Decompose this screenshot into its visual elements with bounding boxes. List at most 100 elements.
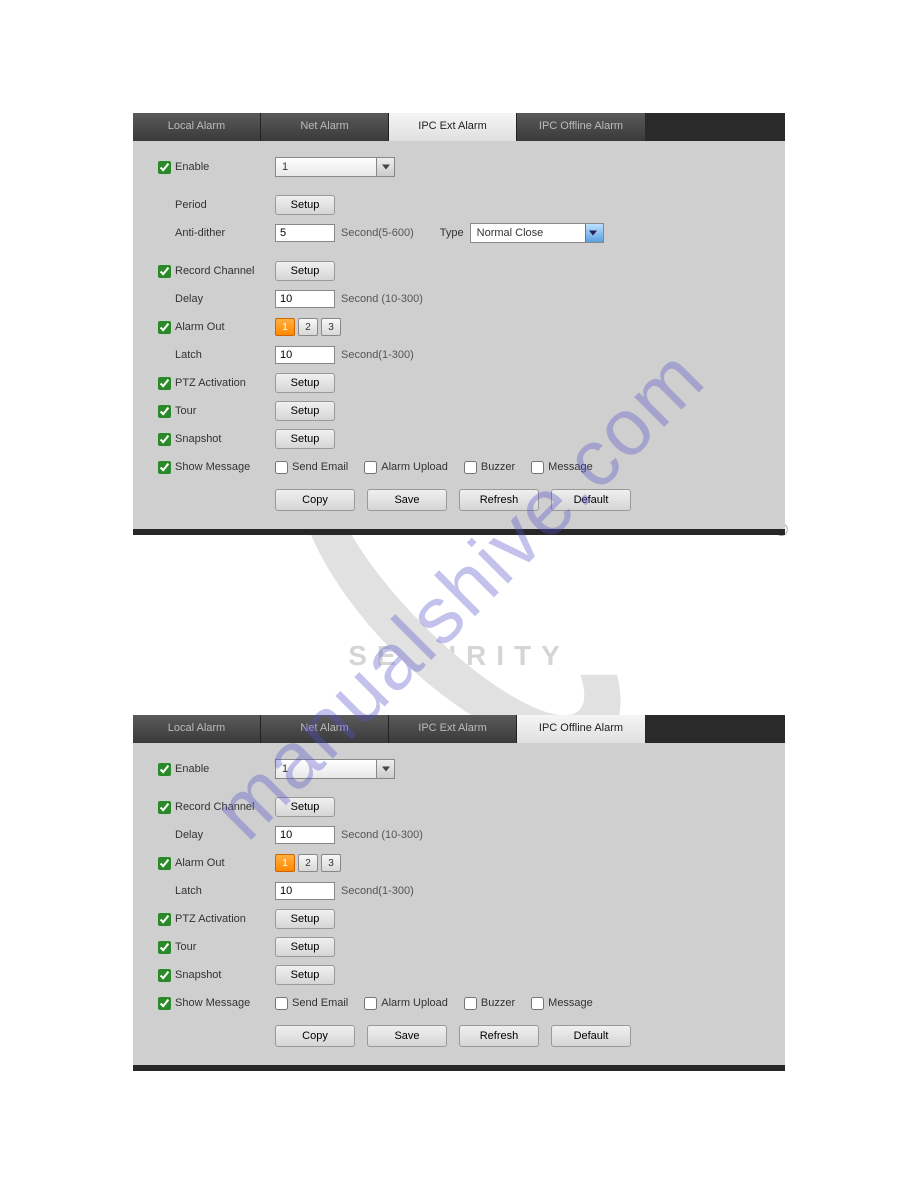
record-channel-checkbox[interactable] xyxy=(158,265,171,278)
refresh-button[interactable]: Refresh xyxy=(459,1025,539,1047)
ptz-setup-button[interactable]: Setup xyxy=(275,909,335,929)
alarm-out-group: 1 2 3 xyxy=(275,318,341,336)
message-label: Message xyxy=(548,461,593,473)
tour-label: Tour xyxy=(175,941,196,953)
latch-input[interactable] xyxy=(275,346,335,364)
tab-local-alarm[interactable]: Local Alarm xyxy=(133,715,261,743)
enable-channel-select[interactable]: 1 xyxy=(275,759,395,779)
type-select[interactable]: Normal Close xyxy=(470,223,604,243)
panel-ipc-offline-alarm: Local Alarm Net Alarm IPC Ext Alarm IPC … xyxy=(133,715,785,1071)
snapshot-checkbox[interactable] xyxy=(158,433,171,446)
enable-checkbox[interactable] xyxy=(158,161,171,174)
record-channel-label: Record Channel xyxy=(175,265,255,277)
background-logo: SECURITY xyxy=(249,560,669,672)
alarm-out-1[interactable]: 1 xyxy=(275,318,295,336)
alarm-out-group: 1 2 3 xyxy=(275,854,341,872)
save-button[interactable]: Save xyxy=(367,489,447,511)
alarm-out-2[interactable]: 2 xyxy=(298,854,318,872)
tab-net-alarm[interactable]: Net Alarm xyxy=(261,113,389,141)
buzzer-label: Buzzer xyxy=(481,461,515,473)
tab-bar: Local Alarm Net Alarm IPC Ext Alarm IPC … xyxy=(133,113,785,141)
tab-net-alarm[interactable]: Net Alarm xyxy=(261,715,389,743)
alarm-out-3[interactable]: 3 xyxy=(321,318,341,336)
record-channel-checkbox[interactable] xyxy=(158,801,171,814)
ptz-checkbox[interactable] xyxy=(158,377,171,390)
delay-input[interactable] xyxy=(275,826,335,844)
alarm-upload-checkbox[interactable] xyxy=(364,997,377,1010)
buzzer-label: Buzzer xyxy=(481,997,515,1009)
default-button[interactable]: Default xyxy=(551,489,631,511)
buzzer-checkbox[interactable] xyxy=(464,997,477,1010)
ptz-checkbox[interactable] xyxy=(158,913,171,926)
copy-button[interactable]: Copy xyxy=(275,1025,355,1047)
record-channel-setup-button[interactable]: Setup xyxy=(275,797,335,817)
ptz-label: PTZ Activation xyxy=(175,913,246,925)
tour-label: Tour xyxy=(175,405,196,417)
delay-input[interactable] xyxy=(275,290,335,308)
default-button[interactable]: Default xyxy=(551,1025,631,1047)
show-message-checkbox[interactable] xyxy=(158,461,171,474)
send-email-checkbox[interactable] xyxy=(275,461,288,474)
tour-setup-button[interactable]: Setup xyxy=(275,401,335,421)
tab-local-alarm[interactable]: Local Alarm xyxy=(133,113,261,141)
latch-label: Latch xyxy=(175,885,202,897)
snapshot-label: Snapshot xyxy=(175,969,221,981)
copy-button[interactable]: Copy xyxy=(275,489,355,511)
anti-dither-hint: Second(5-600) xyxy=(341,227,414,239)
save-button[interactable]: Save xyxy=(367,1025,447,1047)
buzzer-checkbox[interactable] xyxy=(464,461,477,474)
alarm-upload-label: Alarm Upload xyxy=(381,997,448,1009)
alarm-out-label: Alarm Out xyxy=(175,857,225,869)
record-channel-label: Record Channel xyxy=(175,801,255,813)
alarm-out-1[interactable]: 1 xyxy=(275,854,295,872)
message-checkbox[interactable] xyxy=(531,997,544,1010)
form-area: Enable 1 Period Setup Anti-dither Second… xyxy=(133,141,785,529)
snapshot-setup-button[interactable]: Setup xyxy=(275,429,335,449)
alarm-out-2[interactable]: 2 xyxy=(298,318,318,336)
tab-ipc-ext-alarm[interactable]: IPC Ext Alarm xyxy=(389,715,517,743)
alarm-out-label: Alarm Out xyxy=(175,321,225,333)
snapshot-checkbox[interactable] xyxy=(158,969,171,982)
latch-hint: Second(1-300) xyxy=(341,349,414,361)
tour-checkbox[interactable] xyxy=(158,941,171,954)
delay-label: Delay xyxy=(175,829,203,841)
enable-channel-select[interactable]: 1 xyxy=(275,157,395,177)
message-checkbox[interactable] xyxy=(531,461,544,474)
latch-label: Latch xyxy=(175,349,202,361)
tab-ipc-offline-alarm[interactable]: IPC Offline Alarm xyxy=(517,715,645,743)
tab-bar: Local Alarm Net Alarm IPC Ext Alarm IPC … xyxy=(133,715,785,743)
form-area: Enable 1 Record Channel Setup Delay Seco… xyxy=(133,743,785,1065)
message-label: Message xyxy=(548,997,593,1009)
type-label: Type xyxy=(440,227,464,239)
enable-label: Enable xyxy=(175,161,209,173)
delay-label: Delay xyxy=(175,293,203,305)
tab-ipc-offline-alarm[interactable]: IPC Offline Alarm xyxy=(517,113,645,141)
tour-setup-button[interactable]: Setup xyxy=(275,937,335,957)
refresh-button[interactable]: Refresh xyxy=(459,489,539,511)
latch-hint: Second(1-300) xyxy=(341,885,414,897)
period-label: Period xyxy=(175,199,207,211)
period-setup-button[interactable]: Setup xyxy=(275,195,335,215)
ptz-setup-button[interactable]: Setup xyxy=(275,373,335,393)
snapshot-setup-button[interactable]: Setup xyxy=(275,965,335,985)
show-message-label: Show Message xyxy=(175,997,250,1009)
send-email-label: Send Email xyxy=(292,997,348,1009)
show-message-checkbox[interactable] xyxy=(158,997,171,1010)
alarm-out-checkbox[interactable] xyxy=(158,857,171,870)
delay-hint: Second (10-300) xyxy=(341,293,423,305)
enable-checkbox[interactable] xyxy=(158,763,171,776)
latch-input[interactable] xyxy=(275,882,335,900)
enable-label: Enable xyxy=(175,763,209,775)
anti-dither-input[interactable] xyxy=(275,224,335,242)
send-email-label: Send Email xyxy=(292,461,348,473)
record-channel-setup-button[interactable]: Setup xyxy=(275,261,335,281)
alarm-out-checkbox[interactable] xyxy=(158,321,171,334)
alarm-upload-checkbox[interactable] xyxy=(364,461,377,474)
delay-hint: Second (10-300) xyxy=(341,829,423,841)
ptz-label: PTZ Activation xyxy=(175,377,246,389)
snapshot-label: Snapshot xyxy=(175,433,221,445)
send-email-checkbox[interactable] xyxy=(275,997,288,1010)
alarm-out-3[interactable]: 3 xyxy=(321,854,341,872)
tab-ipc-ext-alarm[interactable]: IPC Ext Alarm xyxy=(389,113,517,141)
tour-checkbox[interactable] xyxy=(158,405,171,418)
